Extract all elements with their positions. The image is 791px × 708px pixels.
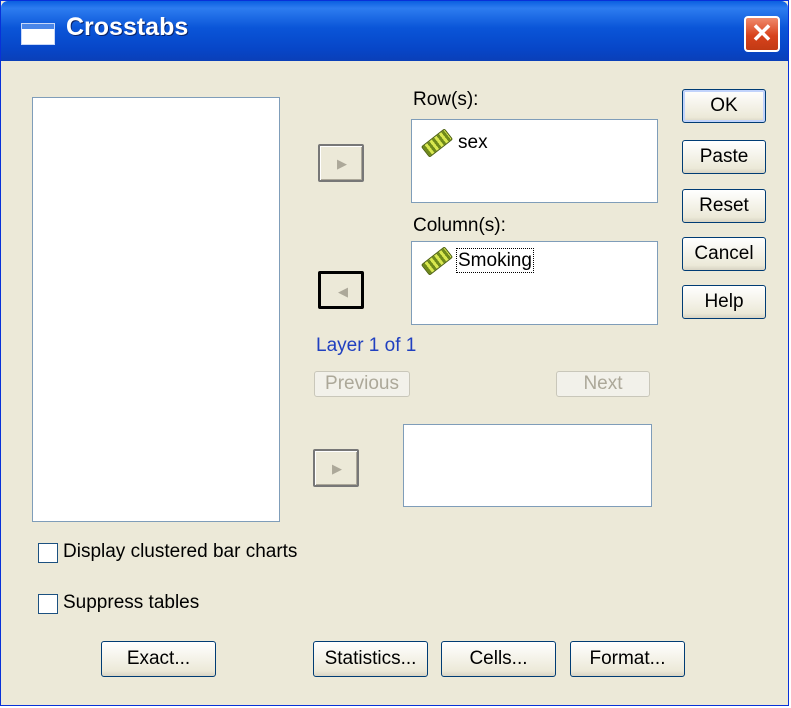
move-to-layer-button[interactable]: ▶ bbox=[313, 449, 359, 487]
reset-button[interactable]: Reset bbox=[682, 189, 766, 223]
window-title: Crosstabs bbox=[66, 13, 189, 41]
source-variable-list[interactable] bbox=[32, 97, 280, 522]
clustered-bar-charts-label[interactable]: Display clustered bar charts bbox=[63, 541, 297, 563]
previous-layer-button[interactable]: Previous bbox=[314, 371, 410, 397]
columns-list[interactable]: Smoking bbox=[411, 241, 658, 325]
right-arrow-icon: ▶ bbox=[332, 461, 342, 476]
suppress-tables-checkbox[interactable] bbox=[38, 594, 58, 614]
right-arrow-icon: ◀ bbox=[338, 284, 348, 299]
help-button[interactable]: Help bbox=[682, 285, 766, 319]
next-layer-button[interactable]: Next bbox=[556, 371, 650, 397]
move-to-columns-button[interactable]: ◀ bbox=[318, 271, 364, 309]
columns-label: Column(s): bbox=[413, 215, 506, 236]
rows-label: Row(s): bbox=[413, 89, 479, 110]
list-item[interactable]: Smoking bbox=[420, 246, 534, 276]
paste-button[interactable]: Paste bbox=[682, 140, 766, 174]
rows-list[interactable]: sex bbox=[411, 119, 658, 203]
list-item[interactable]: sex bbox=[420, 128, 488, 158]
window-icon bbox=[21, 23, 55, 45]
move-to-rows-button[interactable]: ▶ bbox=[318, 144, 364, 182]
ruler-icon bbox=[420, 128, 454, 158]
close-button[interactable]: ✕ bbox=[744, 16, 780, 52]
ok-button[interactable]: OK bbox=[682, 89, 766, 123]
exact-button[interactable]: Exact... bbox=[101, 641, 216, 677]
right-arrow-icon: ▶ bbox=[337, 156, 347, 171]
statistics-button[interactable]: Statistics... bbox=[313, 641, 428, 677]
format-button[interactable]: Format... bbox=[570, 641, 685, 677]
cancel-button[interactable]: Cancel bbox=[682, 237, 766, 271]
suppress-tables-label[interactable]: Suppress tables bbox=[63, 592, 199, 614]
title-bar[interactable]: Crosstabs ✕ bbox=[1, 1, 788, 61]
layer-list[interactable] bbox=[403, 424, 652, 507]
cells-button[interactable]: Cells... bbox=[441, 641, 556, 677]
clustered-bar-charts-checkbox[interactable] bbox=[38, 543, 58, 563]
ruler-icon bbox=[420, 246, 454, 276]
layer-indicator: Layer 1 of 1 bbox=[316, 335, 417, 356]
crosstabs-dialog: Crosstabs ✕ ▶ Row(s): sex ◀ Column(s): S… bbox=[0, 0, 789, 706]
